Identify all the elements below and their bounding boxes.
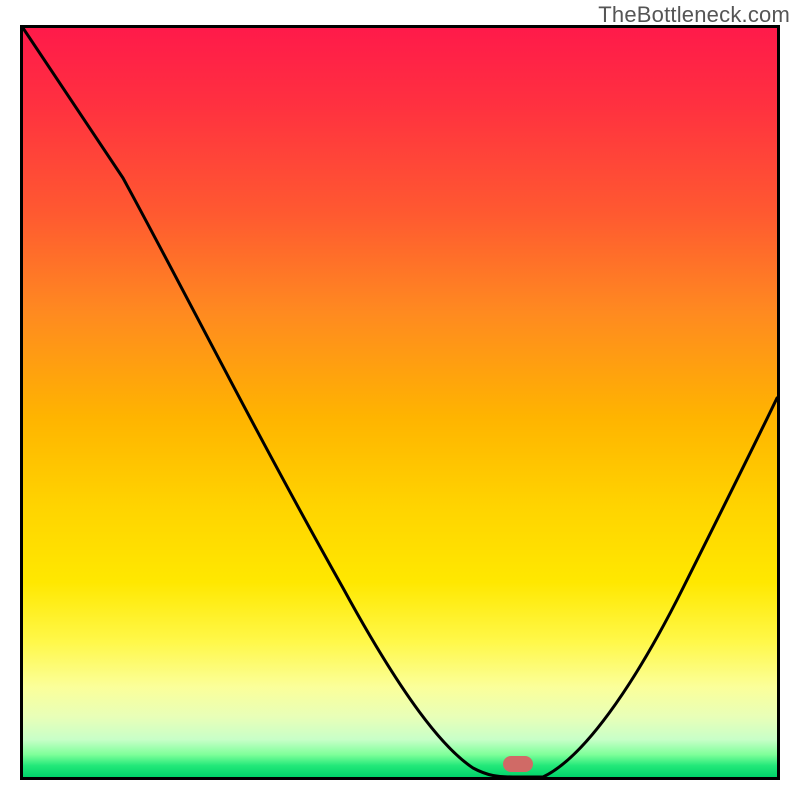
chart-stage: TheBottleneck.com bbox=[0, 0, 800, 800]
curve-path bbox=[23, 28, 777, 777]
bottleneck-curve bbox=[23, 28, 777, 777]
plot-area bbox=[20, 25, 780, 780]
valley-marker bbox=[503, 756, 533, 772]
